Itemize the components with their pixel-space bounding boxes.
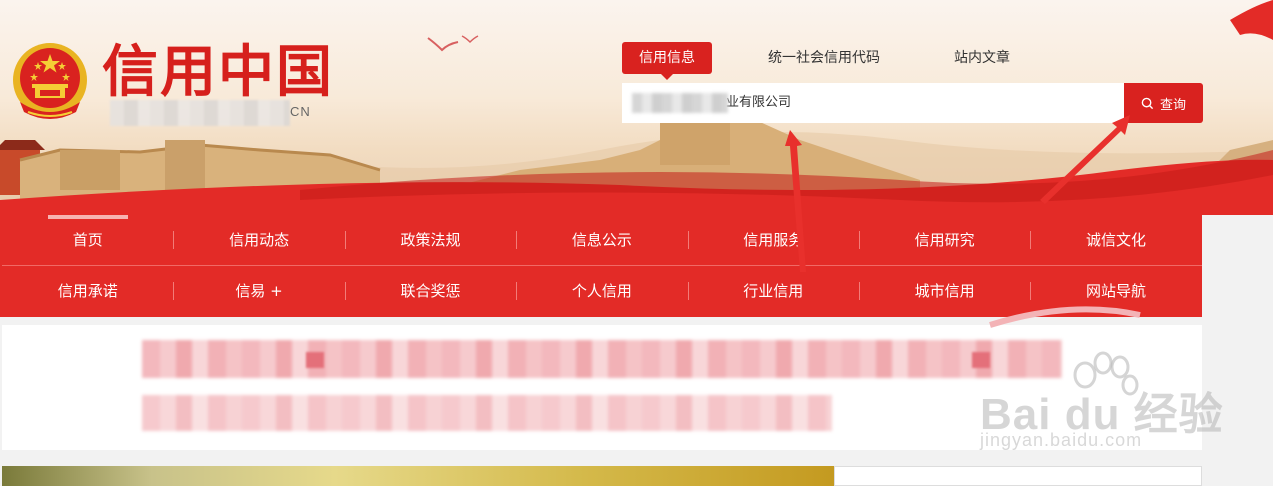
nav-item-joint-rewards[interactable]: 联合奖惩 (344, 266, 516, 316)
notice-text-redacted (142, 340, 1062, 378)
nav-item-credit-news[interactable]: 信用动态 (173, 215, 344, 265)
search-tabs: 信用信息 统一社会信用代码 站内文章 (622, 42, 1046, 80)
banner-image[interactable] (2, 466, 834, 486)
search-button[interactable]: 查询 (1124, 83, 1203, 123)
main-nav: 首页 信用动态 政策法规 信息公示 信用服务 信用研究 诚信文化 信用承诺 信易… (0, 215, 1202, 317)
nav-row-primary: 首页 信用动态 政策法规 信息公示 信用服务 信用研究 诚信文化 (2, 215, 1202, 265)
nav-item-personal-credit[interactable]: 个人信用 (516, 266, 687, 316)
nav-item-city-credit[interactable]: 城市信用 (858, 266, 1030, 316)
nav-item-policy[interactable]: 政策法规 (344, 215, 516, 265)
notice-text-redacted-line2 (142, 395, 832, 431)
site-url-redacted (110, 100, 290, 126)
site-url-suffix: CN (290, 104, 311, 119)
nav-item-disclosure[interactable]: 信息公示 (516, 215, 687, 265)
nav-item-credit-commitment[interactable]: 信用承诺 (2, 266, 173, 316)
nav-item-xinyi-plus[interactable]: 信易 + (173, 266, 344, 316)
side-panel (834, 466, 1202, 486)
nav-item-credit-service[interactable]: 信用服务 (687, 215, 859, 265)
nav-item-home[interactable]: 首页 (2, 215, 173, 265)
tab-credit-code[interactable]: 统一社会信用代码 (750, 42, 898, 74)
tab-credit-info[interactable]: 信用信息 (622, 42, 712, 80)
search-icon (1141, 97, 1154, 109)
nav-item-site-navigation[interactable]: 网站导航 (1030, 266, 1201, 316)
header-banner: 信用中国 CN 信用信息 统一社会信用代码 站内文章 业有限公司 查询 (0, 0, 1273, 215)
nav-item-integrity-culture[interactable]: 诚信文化 (1030, 215, 1201, 265)
site-title[interactable]: 信用中国 (102, 38, 334, 108)
watermark-url: jingyan.baidu.com (980, 430, 1143, 450)
search-input-redacted (632, 93, 728, 113)
tab-site-articles[interactable]: 站内文章 (936, 42, 1028, 74)
redacted-highlight (972, 352, 990, 368)
nav-item-industry-credit[interactable]: 行业信用 (687, 266, 859, 316)
redacted-highlight (306, 352, 324, 368)
national-emblem-icon (13, 43, 87, 119)
nav-item-credit-research[interactable]: 信用研究 (858, 215, 1030, 265)
nav-row-secondary: 信用承诺 信易 + 联合奖惩 个人信用 行业信用 城市信用 网站导航 (2, 266, 1202, 316)
search-button-label: 查询 (1159, 96, 1186, 112)
